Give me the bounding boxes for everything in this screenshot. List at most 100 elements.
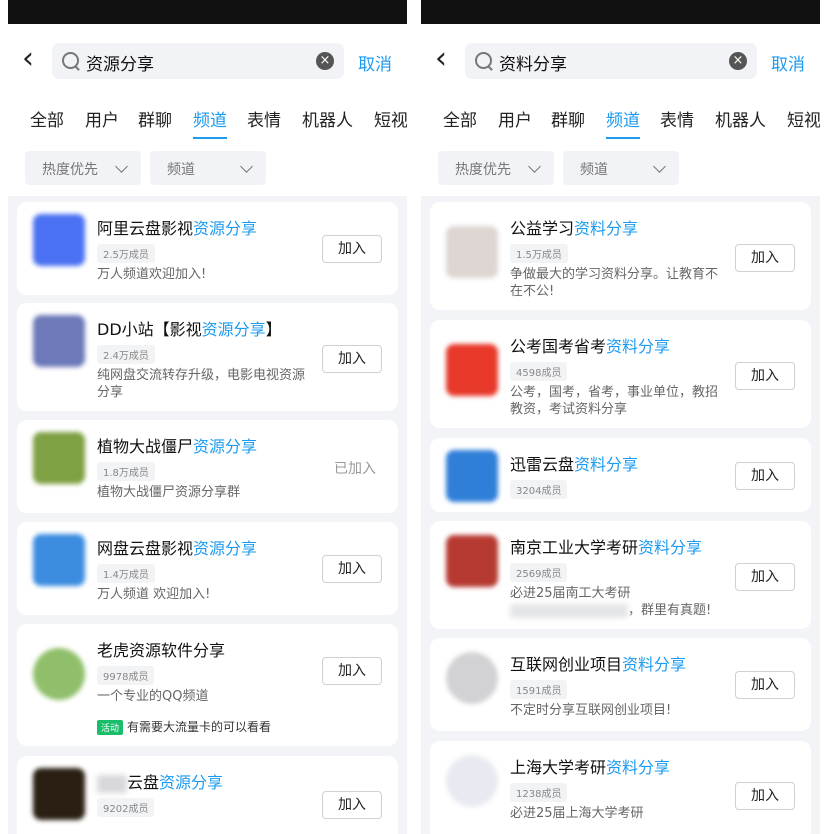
channel-card[interactable]: 公考国考省考资料分享 4598成员 公考，国考，省考，事业单位，教招教资，考试资… <box>430 320 811 428</box>
chevron-down-icon <box>528 160 541 173</box>
clear-icon[interactable]: × <box>316 52 334 70</box>
tab-stickers[interactable]: 表情 <box>247 106 281 131</box>
channel-card[interactable]: 南京工业大学考研资料分享 2569成员 必进25届南工大考研 ，群里有真题! 加入 <box>430 521 811 629</box>
tab-bots[interactable]: 机器人 <box>715 106 766 131</box>
join-button[interactable]: 加入 <box>735 244 795 272</box>
tab-channels[interactable]: 频道 <box>193 106 227 139</box>
join-button[interactable]: 加入 <box>322 345 382 373</box>
type-filter-label: 频道 <box>580 162 608 178</box>
member-count: 3204成员 <box>510 480 568 499</box>
back-arrow-icon[interactable]: ‹ <box>435 44 465 75</box>
channel-description: 不定时分享互联网创业项目! <box>510 703 672 718</box>
channel-description: 万人频道欢迎加入! <box>97 267 207 282</box>
channel-avatar <box>446 652 498 704</box>
search-query: 资料分享 <box>499 55 567 75</box>
chevron-down-icon <box>653 160 666 173</box>
channel-title: 公益学习资料分享 <box>510 219 639 238</box>
join-button[interactable]: 加入 <box>735 782 795 810</box>
member-count: 1238成员 <box>510 783 568 802</box>
member-count: 2.5万成员 <box>97 244 155 263</box>
tab-short-video[interactable]: 短视 <box>374 106 407 131</box>
promo-line[interactable]: 活动 有需要大流量卡的可以看看 <box>97 718 271 735</box>
member-count: 1591成员 <box>510 680 568 699</box>
channel-avatar <box>446 226 498 278</box>
channel-card[interactable]: 植物大战僵尸资源分享 1.8万成员 植物大战僵尸资源分享群 已加入 <box>17 420 398 513</box>
channel-avatar <box>33 315 85 367</box>
cancel-button[interactable]: 取消 <box>358 50 392 75</box>
type-filter-dropdown[interactable]: 频道 <box>150 151 266 185</box>
channel-card[interactable]: 云盘资源分享 9202成员 加入 <box>17 756 398 834</box>
search-query: 资源分享 <box>86 55 154 75</box>
cancel-button[interactable]: 取消 <box>771 50 805 75</box>
tab-groups[interactable]: 群聊 <box>551 106 585 131</box>
promo-tag: 活动 <box>97 720 124 735</box>
sort-filter-dropdown[interactable]: 热度优先 <box>25 151 141 185</box>
join-button[interactable]: 加入 <box>735 563 795 591</box>
member-count: 4598成员 <box>510 362 568 381</box>
sort-filter-label: 热度优先 <box>42 162 98 178</box>
promo-text: 有需要大流量卡的可以看看 <box>127 720 272 734</box>
search-icon <box>62 52 79 69</box>
search-input[interactable]: 资料分享 × <box>465 43 757 79</box>
channel-title: 网盘云盘影视资源分享 <box>97 539 258 558</box>
channel-avatar <box>446 755 498 807</box>
join-button[interactable]: 加入 <box>322 235 382 263</box>
redacted-text <box>510 603 628 618</box>
sort-filter-label: 热度优先 <box>455 162 511 178</box>
clear-icon[interactable]: × <box>729 52 747 70</box>
tab-groups[interactable]: 群聊 <box>138 106 172 131</box>
search-header: ‹ 资料分享 × 取消 全部 用户 群聊 频道 表情 机器人 短视 热度优先 频… <box>421 24 820 196</box>
tab-users[interactable]: 用户 <box>85 106 119 131</box>
tab-bots[interactable]: 机器人 <box>302 106 353 131</box>
join-button[interactable]: 加入 <box>735 671 795 699</box>
tab-stickers[interactable]: 表情 <box>660 106 694 131</box>
join-button[interactable]: 加入 <box>322 657 382 685</box>
tab-all[interactable]: 全部 <box>443 106 477 131</box>
channel-title: 阿里云盘影视资源分享 <box>97 219 258 238</box>
member-count: 1.4万成员 <box>97 564 155 583</box>
channel-card[interactable]: 阿里云盘影视资源分享 2.5万成员 万人频道欢迎加入! 加入 <box>17 202 398 295</box>
search-header: ‹ 资源分享 × 取消 全部 用户 群聊 频道 表情 机器人 短视 热度优先 频… <box>8 24 407 196</box>
channel-title: 迅雷云盘资料分享 <box>510 455 639 474</box>
channel-card[interactable]: 互联网创业项目资料分享 1591成员 不定时分享互联网创业项目! 加入 <box>430 638 811 731</box>
channel-card[interactable]: 上海大学考研资料分享 1238成员 必进25届上海大学考研 加入 <box>430 741 811 834</box>
member-count: 9202成员 <box>97 798 155 817</box>
tab-channels[interactable]: 频道 <box>606 106 640 139</box>
sort-filter-dropdown[interactable]: 热度优先 <box>438 151 554 185</box>
tab-all[interactable]: 全部 <box>30 106 64 131</box>
member-count: 9978成员 <box>97 666 155 685</box>
channel-card[interactable]: 网盘云盘影视资源分享 1.4万成员 万人频道 欢迎加入! 加入 <box>17 522 398 615</box>
channel-card[interactable]: 公益学习资料分享 1.5万成员 争做最大的学习资料分享。让教育不在不公! 加入 <box>430 202 811 310</box>
channel-description: 植物大战僵尸资源分享群 <box>97 485 241 500</box>
channel-avatar <box>446 450 498 502</box>
member-count: 1.8万成员 <box>97 462 155 481</box>
member-count: 2569成员 <box>510 563 568 582</box>
channel-avatar <box>446 535 498 587</box>
channel-card[interactable]: DD小站【影视资源分享】 2.4万成员 纯网盘交流转存升级，电影电视资源分享 加… <box>17 303 398 411</box>
channel-description: 一个专业的QQ频道 <box>97 689 209 704</box>
redacted-text <box>97 774 127 793</box>
channel-card[interactable]: 老虎资源软件分享 9978成员 一个专业的QQ频道 活动 有需要大流量卡的可以看看… <box>17 624 398 746</box>
joined-status: 已加入 <box>334 461 376 477</box>
channel-avatar <box>33 768 85 820</box>
join-button[interactable]: 加入 <box>735 462 795 490</box>
type-filter-dropdown[interactable]: 频道 <box>563 151 679 185</box>
status-bar <box>8 0 407 24</box>
channel-avatar <box>33 214 85 266</box>
join-button[interactable]: 加入 <box>322 555 382 583</box>
join-button[interactable]: 加入 <box>322 791 382 819</box>
back-arrow-icon[interactable]: ‹ <box>22 44 52 75</box>
channel-description: 纯网盘交流转存升级，电影电视资源分享 <box>97 368 306 400</box>
type-filter-label: 频道 <box>167 162 195 178</box>
channel-description: 必进25届上海大学考研 <box>510 806 644 821</box>
join-button[interactable]: 加入 <box>735 362 795 390</box>
channel-description: 公考，国考，省考，事业单位，教招教资，考试资料分享 <box>510 385 719 417</box>
channel-card[interactable]: 迅雷云盘资料分享 3204成员 加入 <box>430 438 811 512</box>
channel-title: 老虎资源软件分享 <box>97 641 226 660</box>
channel-avatar <box>33 534 85 586</box>
channel-avatar <box>33 432 85 484</box>
search-input[interactable]: 资源分享 × <box>52 43 344 79</box>
channel-title: 互联网创业项目资料分享 <box>510 655 687 674</box>
tab-short-video[interactable]: 短视 <box>787 106 820 131</box>
tab-users[interactable]: 用户 <box>498 106 532 131</box>
